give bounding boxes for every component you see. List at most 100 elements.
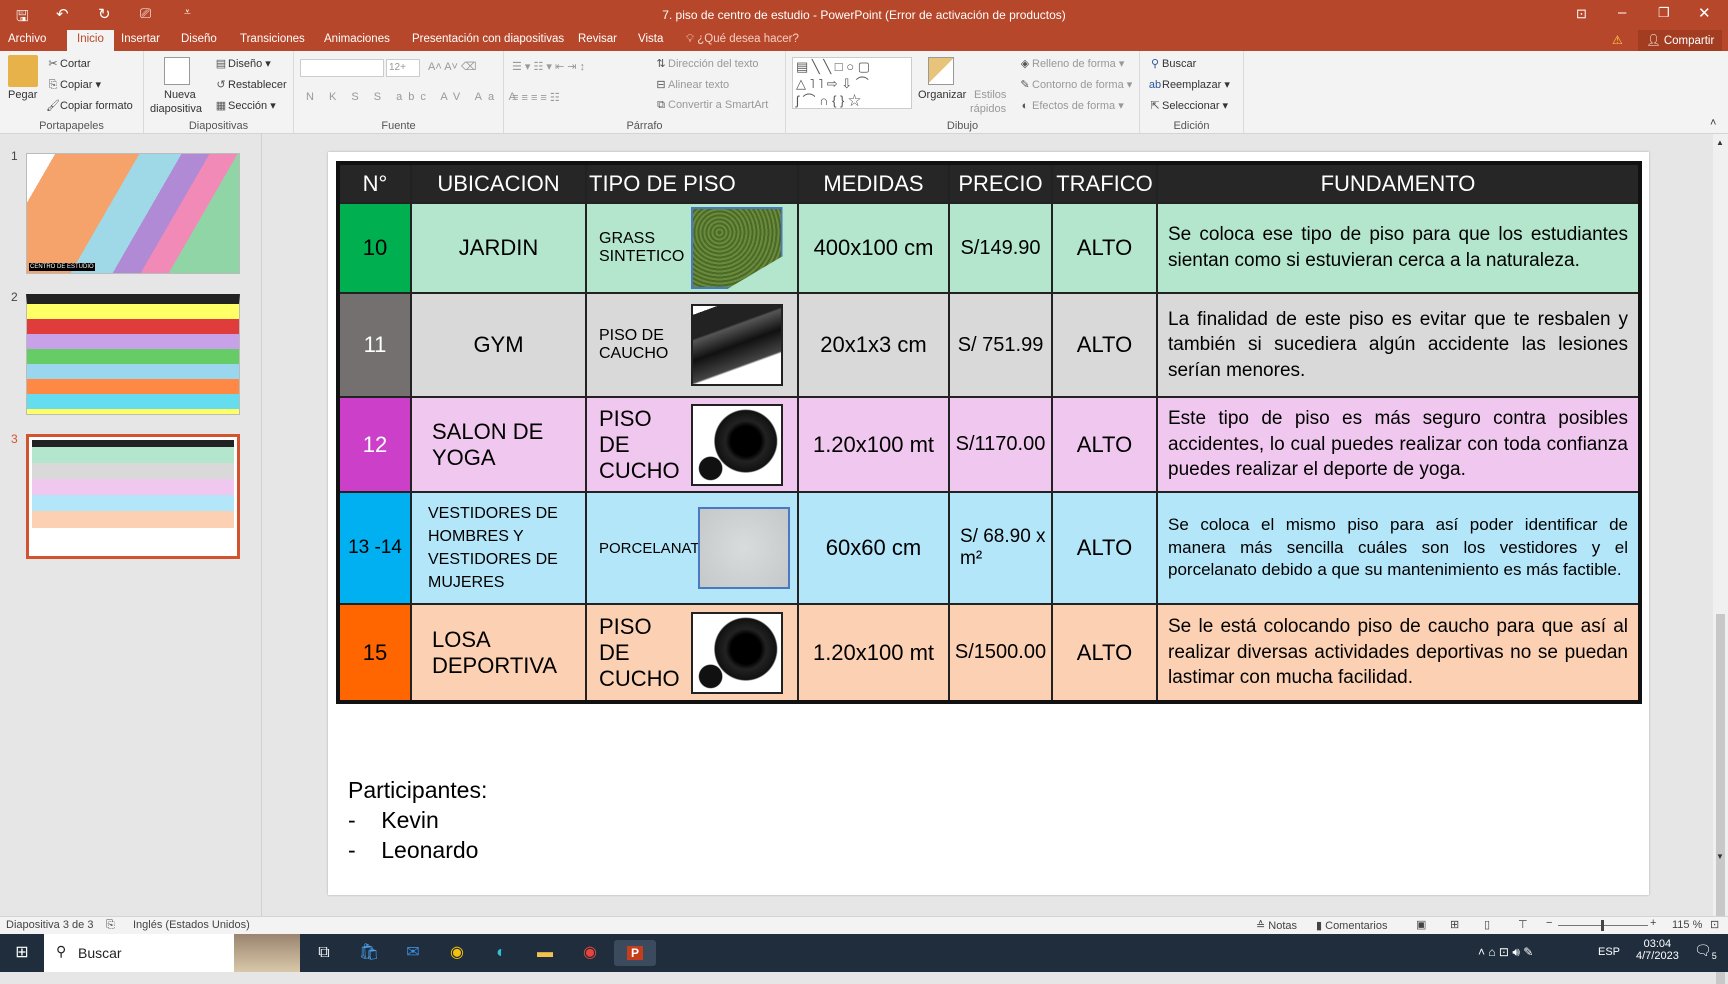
slide-thumbnail-2[interactable] xyxy=(26,294,240,415)
smartart-button[interactable]: ⧉ Convertir a SmartArt xyxy=(654,99,768,112)
slide-thumbnail-1[interactable]: CENTRO DE ESTUDIO xyxy=(26,153,240,274)
language-indicator[interactable]: Inglés (Estados Unidos) xyxy=(133,919,250,931)
minimize-button[interactable]: – xyxy=(1618,4,1626,21)
edge-icon[interactable]: ◐ xyxy=(487,940,515,966)
tab-presentacion[interactable]: Presentación con diapositivas xyxy=(412,33,564,45)
find-button[interactable]: ⚲ Buscar xyxy=(1148,57,1196,70)
undo-icon[interactable]: ↶ xyxy=(56,5,69,23)
slideshow-icon[interactable]: ⊤ xyxy=(1518,918,1528,931)
comments-button[interactable]: ▮ Comentarios xyxy=(1316,919,1387,932)
cell-fundamento: Se coloca ese tipo de piso para que los … xyxy=(1156,202,1641,294)
replace-button[interactable]: abReemplazar ▾ xyxy=(1148,78,1230,91)
font-format-buttons[interactable]: N K S S abc AV Aa A xyxy=(306,91,522,103)
share-button[interactable]: 👤︎ Compartir xyxy=(1638,30,1723,51)
warning-icon[interactable]: ⚠ xyxy=(1612,33,1623,47)
tab-vista[interactable]: Vista xyxy=(638,33,663,45)
shape-fill-button[interactable]: ◈ Relleno de forma ▾ xyxy=(1018,57,1125,70)
smartart-label: Convertir a SmartArt xyxy=(668,99,769,111)
text-direction-icon: ⇅ xyxy=(656,58,666,70)
input-language[interactable]: ESP xyxy=(1598,946,1620,958)
shape-outline-button[interactable]: ✎ Contorno de forma ▾ xyxy=(1018,78,1132,91)
notes-button[interactable]: ≙ Notas xyxy=(1256,919,1297,932)
text-direction-button[interactable]: ⇅ Dirección del texto xyxy=(654,57,759,70)
zoom-level[interactable]: 115 % xyxy=(1672,919,1702,931)
save-icon[interactable]: 🖫 xyxy=(16,6,29,31)
tab-revisar[interactable]: Revisar xyxy=(578,33,617,45)
grass-image xyxy=(690,207,783,289)
redo-icon[interactable]: ↻ xyxy=(98,5,111,23)
paste-icon[interactable] xyxy=(8,55,38,87)
cut-button[interactable]: ✂ Cortar xyxy=(46,57,90,70)
vertical-scrollbar[interactable]: ▲ ▼ xyxy=(1713,134,1728,984)
store-icon[interactable]: 🛍︎ xyxy=(355,940,383,966)
layout-button[interactable]: ▤ Diseño ▾ xyxy=(214,57,271,70)
file-explorer-icon[interactable]: ▬ xyxy=(531,940,559,966)
font-name-combo[interactable] xyxy=(300,59,384,77)
arrange-button[interactable]: Organizar xyxy=(918,89,966,101)
new-slide-icon[interactable] xyxy=(164,57,190,85)
align-text-button[interactable]: ⊟ Alinear texto xyxy=(654,78,729,91)
windows-start-icon[interactable]: ⊞ xyxy=(8,940,36,966)
quick-styles-label2[interactable]: rápidos xyxy=(970,103,1006,115)
tray-icons[interactable]: ˄ ⌂ ⊡ 🔊︎ ✎ xyxy=(1478,945,1533,960)
paste-button[interactable]: Pegar xyxy=(8,89,37,101)
cursor-icon: ⇱ xyxy=(1150,100,1160,112)
select-button[interactable]: ⇱ Seleccionar ▾ xyxy=(1148,99,1228,112)
tab-inicio[interactable]: Inicio xyxy=(67,30,114,51)
slide-thumbnail-3[interactable] xyxy=(26,434,240,559)
customize-qat-icon[interactable]: ⩡ xyxy=(184,5,191,20)
fit-slide-icon[interactable]: ⊡ xyxy=(1710,918,1719,931)
zoom-slider-thumb[interactable] xyxy=(1601,920,1604,931)
tab-transiciones[interactable]: Transiciones xyxy=(240,33,305,45)
tab-insertar[interactable]: Insertar xyxy=(121,33,160,45)
tab-animaciones[interactable]: Animaciones xyxy=(324,33,390,45)
align-buttons[interactable]: ≡ ≡ ≡ ≡ ☷ xyxy=(512,91,560,104)
tell-me-search[interactable]: 💡︎ ¿Qué desea hacer? xyxy=(686,33,799,46)
grow-font-icon[interactable]: A˄ A˅ ⌫ xyxy=(428,60,477,73)
reading-view-icon[interactable]: ▯ xyxy=(1484,918,1490,931)
layout-icon: ▤ xyxy=(215,58,227,70)
quick-styles-label1[interactable]: Estilos xyxy=(974,89,1006,101)
notes-label: Notas xyxy=(1268,920,1298,932)
restore-button[interactable]: ❐ xyxy=(1658,5,1670,21)
shape-outline-label: Contorno de forma xyxy=(1032,79,1124,91)
slide-sorter-icon[interactable]: ⊞ xyxy=(1450,918,1459,931)
clock[interactable]: 03:04 4/7/2023 xyxy=(1636,938,1679,962)
cell-trafico: ALTO xyxy=(1051,396,1158,493)
taskbar-search[interactable]: ⚲ Buscar xyxy=(44,934,300,972)
scroll-up-icon[interactable]: ▲ xyxy=(1716,138,1724,147)
shape-effects-button[interactable]: ◐ Efectos de forma ▾ xyxy=(1018,99,1124,112)
zoom-out-button[interactable]: − xyxy=(1546,917,1552,929)
tab-diseno[interactable]: Diseño xyxy=(181,33,217,45)
section-button[interactable]: ▦ Sección ▾ xyxy=(214,99,276,112)
powerpoint-taskbar-icon[interactable]: P xyxy=(614,940,656,966)
cell-trafico: ALTO xyxy=(1051,603,1158,703)
copy-button[interactable]: ⎘ Copiar ▾ xyxy=(46,78,101,92)
scroll-down-icon[interactable]: ▼ xyxy=(1716,852,1724,861)
task-view-icon[interactable]: ⧉ xyxy=(310,940,338,966)
tab-archivo[interactable]: Archivo xyxy=(8,33,46,45)
list-buttons[interactable]: ☰ ▾ ☷ ▾ ⇤ ⇥ ↕ xyxy=(512,60,585,73)
notifications-icon[interactable]: 🗨︎5 xyxy=(1694,942,1717,961)
ribbon-display-options-icon[interactable]: ⊡ xyxy=(1576,6,1587,22)
start-presentation-icon[interactable]: ⎚ xyxy=(140,5,151,22)
cell-fundamento: Se coloca el mismo piso para así poder i… xyxy=(1156,491,1641,605)
normal-view-icon[interactable]: ▣ xyxy=(1416,918,1426,931)
new-slide-label2[interactable]: diapositiva xyxy=(150,103,202,115)
collapse-ribbon-icon[interactable]: ˄ xyxy=(1710,117,1716,129)
shapes-gallery[interactable]: ▤ ╲ ╲ □ ○ ▢ △ ˥ ˥ ⇨ ⇩ ⌒ ʃ ⌒ ∩ { } ☆ xyxy=(792,57,912,109)
chrome-profile-icon[interactable]: ◉ xyxy=(576,940,604,966)
text-direction-label: Dirección del texto xyxy=(668,58,759,70)
group-portapapeles: Pegar ✂ Cortar ⎘ Copiar ▾ 🖌︎Copiar formato… xyxy=(0,51,144,134)
chrome-icon[interactable]: ◉ xyxy=(443,940,471,966)
close-button[interactable]: ✕ xyxy=(1698,4,1711,22)
header-tipo: TIPO DE PISO xyxy=(585,162,799,204)
arrange-icon[interactable] xyxy=(928,57,954,85)
format-painter-button[interactable]: 🖌︎Copiar formato xyxy=(46,99,133,112)
spellcheck-icon[interactable]: ⎘ xyxy=(106,919,115,932)
new-slide-label1[interactable]: Nueva xyxy=(164,89,196,101)
zoom-in-button[interactable]: + xyxy=(1650,917,1656,929)
mail-icon[interactable]: ✉ xyxy=(399,940,427,966)
font-size-combo[interactable]: 12+ xyxy=(386,59,420,77)
reset-button[interactable]: ↺ Restablecer xyxy=(214,78,286,91)
